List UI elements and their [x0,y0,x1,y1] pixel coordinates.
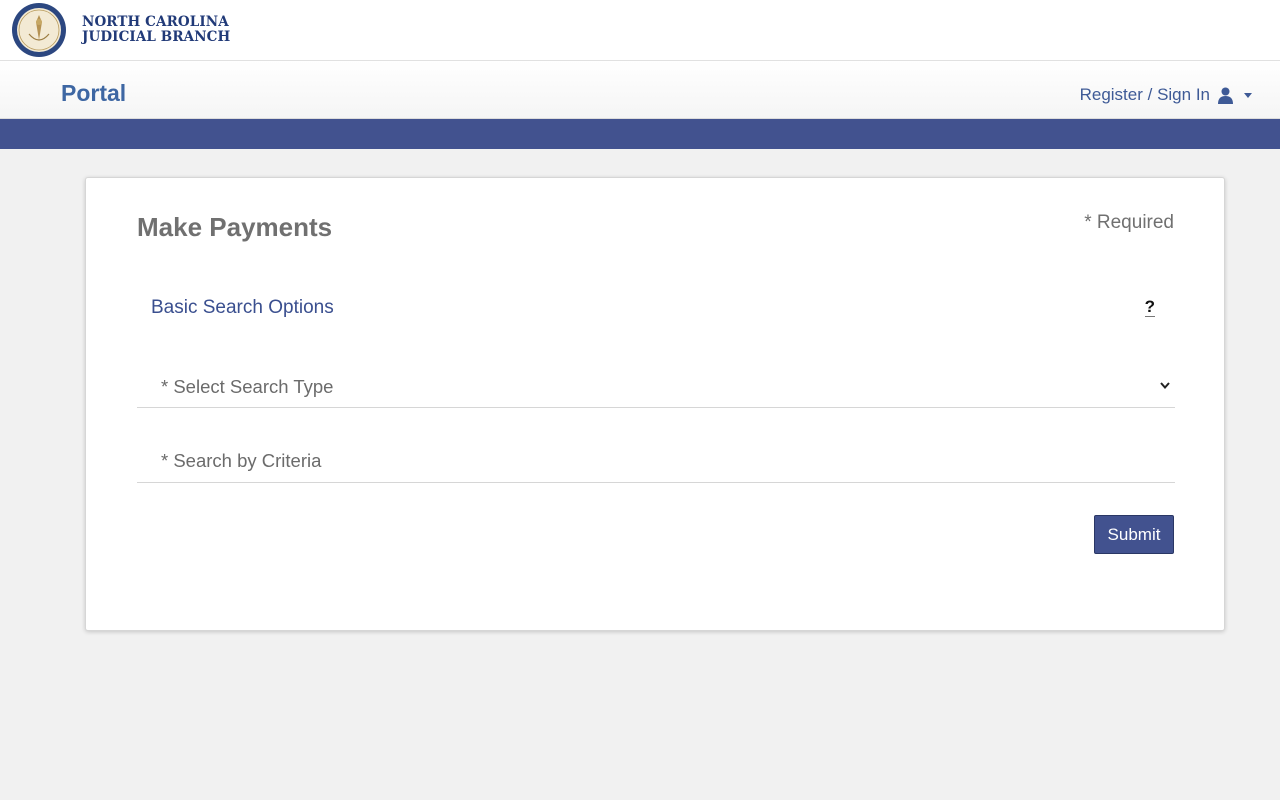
search-criteria-input[interactable]: * Search by Criteria [137,436,1175,483]
search-criteria-placeholder: * Search by Criteria [161,450,322,471]
brand-line-1: NORTH CAROLINA [82,14,229,30]
portal-link[interactable]: Portal [61,80,126,107]
brand-header: NORTH CAROLINA JUDICIAL BRANCH [0,0,1280,60]
basic-search-options-heading: Basic Search Options [151,297,334,318]
navigation-bar: Portal Register / Sign In [0,60,1280,119]
user-icon [1218,87,1233,104]
court-seal-icon [12,3,66,57]
register-sign-in-menu[interactable]: Register / Sign In [1080,85,1252,105]
accent-strip [0,119,1280,149]
sign-in-label: Register / Sign In [1079,85,1210,104]
required-note: * Required [1084,212,1174,233]
search-type-placeholder: * Select Search Type [161,376,334,397]
make-payments-panel: Make Payments * Required Basic Search Op… [85,177,1225,631]
brand-line-2: JUDICIAL BRANCH [82,28,231,45]
brand-wordmark: NORTH CAROLINA JUDICIAL BRANCH [82,15,230,44]
page-title: Make Payments [137,212,333,242]
chevron-down-icon [1160,382,1170,390]
help-icon[interactable]: ? [1144,298,1155,317]
search-type-select[interactable]: * Select Search Type [137,362,1175,408]
caret-down-icon [1244,92,1252,98]
submit-button[interactable]: Submit [1094,515,1174,554]
